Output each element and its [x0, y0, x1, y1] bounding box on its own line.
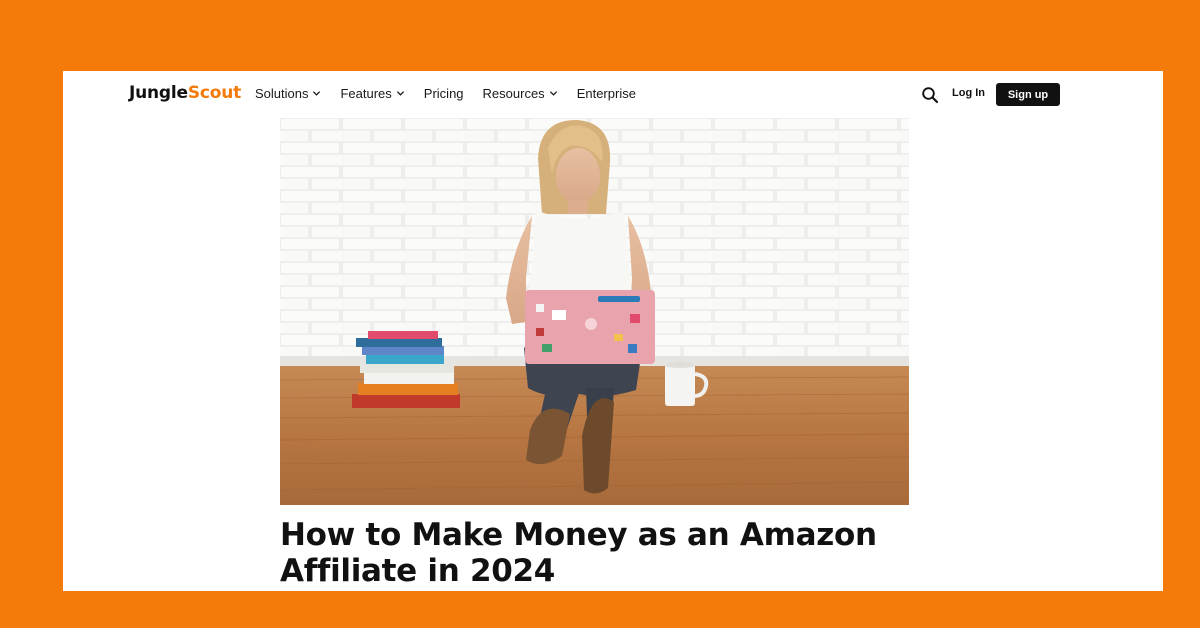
nav-solutions-label: Solutions — [255, 86, 309, 101]
chevron-down-icon — [396, 91, 404, 96]
chevron-down-icon — [313, 91, 321, 96]
nav-enterprise[interactable]: Enterprise — [577, 86, 636, 101]
jungle-scout-logo[interactable]: JungleScout — [129, 83, 241, 103]
nav-resources[interactable]: Resources — [483, 86, 558, 101]
nav-pricing[interactable]: Pricing — [424, 86, 464, 101]
login-link[interactable]: Log In — [952, 87, 985, 99]
article-title: How to Make Money as an Amazon Affiliate… — [280, 517, 877, 589]
chevron-down-icon — [549, 91, 557, 96]
main-nav: Solutions Features Pricing Resources Ent… — [255, 86, 655, 101]
nav-features[interactable]: Features — [340, 86, 404, 101]
nav-features-label: Features — [340, 86, 392, 101]
hero-photo-woman-laptop — [280, 118, 909, 505]
nav-pricing-label: Pricing — [423, 86, 464, 101]
logo-text-scout: Scout — [187, 83, 242, 103]
nav-solutions[interactable]: Solutions — [255, 86, 321, 101]
signup-button[interactable]: Sign up — [996, 83, 1060, 106]
page-frame: JungleScout Solutions Features Pricing R… — [63, 71, 1163, 591]
hero-image — [280, 118, 909, 505]
logo-text-jungle: Jungle — [129, 83, 188, 103]
nav-resources-label: Resources — [482, 86, 545, 101]
nav-enterprise-label: Enterprise — [576, 86, 636, 101]
search-icon[interactable] — [921, 86, 939, 104]
site-header: JungleScout Solutions Features Pricing R… — [63, 71, 1163, 117]
